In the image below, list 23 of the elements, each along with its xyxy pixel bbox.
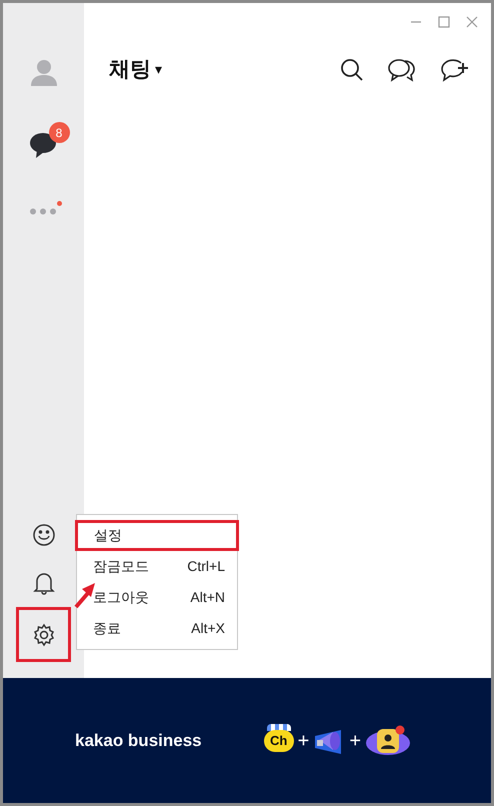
menu-item[interactable]: 설정	[75, 520, 239, 551]
menu-item[interactable]: 종료 Alt+X	[77, 613, 237, 644]
chats-title[interactable]: 채팅	[109, 54, 151, 86]
new-chat-icon[interactable]	[441, 58, 469, 82]
business-banner[interactable]: kakao business Ch + +	[3, 678, 491, 803]
shortcut-label: Alt+N	[190, 588, 225, 607]
search-icon[interactable]	[340, 58, 364, 82]
settings-icon[interactable]	[32, 622, 56, 646]
unread-badge: 8	[48, 122, 70, 143]
shortcut-label: Ctrl+L	[187, 557, 225, 576]
emoticon-icon[interactable]	[32, 523, 56, 547]
plus-sign: +	[298, 728, 310, 754]
bell-icon[interactable]	[32, 571, 54, 595]
profile-badge-icon	[365, 724, 411, 756]
maximize-icon[interactable]	[438, 16, 450, 28]
menu-item[interactable]: 로그아웃 Alt+N	[77, 582, 237, 613]
chat-bubble-icon[interactable]	[28, 131, 56, 159]
dropdown-caret[interactable]: ▾	[155, 59, 162, 80]
shortcut-label: Alt+X	[191, 619, 225, 638]
close-icon[interactable]	[466, 16, 478, 28]
menu-item[interactable]: 잠금모드 Ctrl+L	[77, 551, 237, 582]
plus-sign: +	[349, 728, 361, 754]
banner-brand: kakao business	[75, 730, 202, 752]
